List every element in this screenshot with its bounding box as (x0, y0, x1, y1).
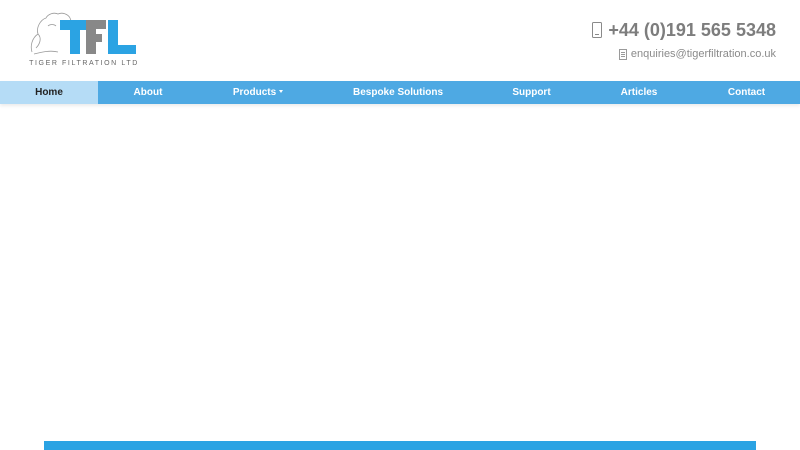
email-row[interactable]: enquiries@tigerfiltration.co.uk (592, 46, 776, 62)
nav-item-products-label: Products (232, 87, 277, 98)
nav-item-bespoke-solutions[interactable]: Bespoke Solutions (318, 81, 478, 104)
phone-icon (592, 22, 603, 38)
caret-down-icon (279, 89, 284, 93)
phone-number[interactable]: +44 (0)191 565 5348 (608, 20, 776, 41)
tfl-logo-graphic (30, 12, 136, 55)
nav-item-home[interactable]: Home (0, 81, 98, 104)
nav-item-support[interactable]: Support (478, 81, 585, 104)
logo-caption: TIGER FILTRATION LTD (29, 60, 139, 67)
nav-item-contact[interactable]: Contact (693, 81, 800, 104)
nav-item-articles[interactable]: Articles (585, 81, 693, 104)
nav-item-about[interactable]: About (98, 81, 198, 104)
page: TIGER FILTRATION LTD +44 (0)191 565 5348… (0, 0, 800, 450)
email-link[interactable]: enquiries@tigerfiltration.co.uk (631, 48, 776, 60)
document-icon (618, 48, 627, 60)
logo[interactable]: TIGER FILTRATION LTD (28, 8, 140, 72)
footer-accent-bar (44, 441, 756, 450)
main-nav: Home About Products Bespoke Solutions Su… (0, 81, 800, 104)
contact-block: +44 (0)191 565 5348 enquiries@tigerfiltr… (592, 18, 776, 62)
site-header: TIGER FILTRATION LTD +44 (0)191 565 5348… (0, 0, 800, 80)
nav-item-products[interactable]: Products (198, 81, 318, 104)
phone-row[interactable]: +44 (0)191 565 5348 (592, 18, 776, 42)
